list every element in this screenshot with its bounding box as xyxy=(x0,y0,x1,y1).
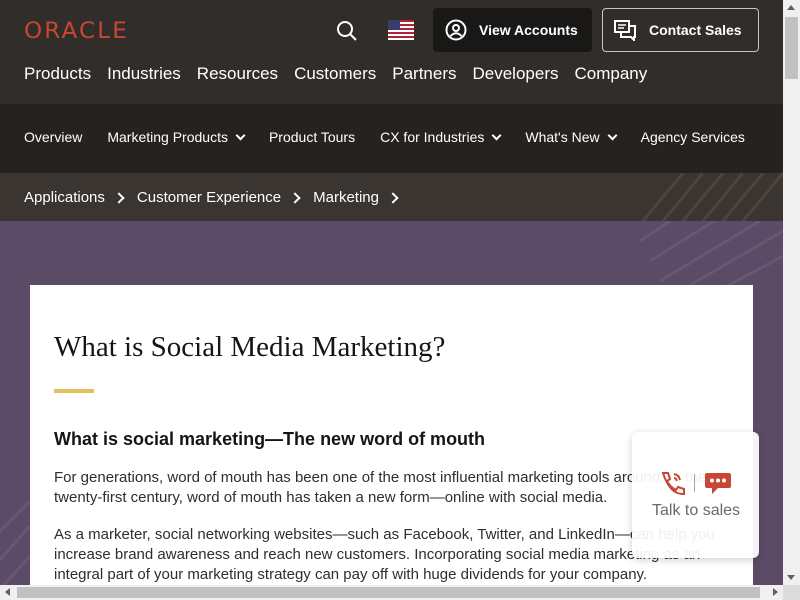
scrollbar-thumb[interactable] xyxy=(17,587,760,598)
breadcrumb: Applications Customer Experience Marketi… xyxy=(24,189,401,206)
nav-resources[interactable]: Resources xyxy=(197,64,278,84)
vertical-scrollbar[interactable] xyxy=(783,0,800,585)
breadcrumb-bar: Applications Customer Experience Marketi… xyxy=(0,173,783,221)
subnav-label: Product Tours xyxy=(268,129,356,145)
search-icon[interactable] xyxy=(334,18,360,44)
scrollbar-thumb[interactable] xyxy=(785,17,798,79)
talk-to-sales-label: Talk to sales xyxy=(652,502,741,519)
contact-sales-label: Contact Sales xyxy=(649,22,742,38)
decorative-stripes xyxy=(641,173,783,221)
view-accounts-label: View Accounts xyxy=(479,22,578,38)
chevron-right-icon xyxy=(289,191,301,204)
phone-icon xyxy=(661,472,685,496)
us-flag-icon[interactable] xyxy=(388,20,414,40)
contact-sales-button[interactable]: Contact Sales xyxy=(602,8,759,52)
subnav-overview[interactable]: Overview xyxy=(24,129,82,145)
talk-to-sales-widget[interactable]: Talk to sales xyxy=(632,432,759,558)
subnav-label: Overview xyxy=(24,129,83,145)
subnav-label: Agency Services xyxy=(640,129,745,145)
scroll-right-arrow[interactable] xyxy=(773,588,778,596)
subnav-product-tours[interactable]: Product Tours xyxy=(269,129,355,145)
section-heading: What is social marketing—The new word of… xyxy=(54,429,486,449)
account-icon xyxy=(445,19,467,41)
chevron-right-icon xyxy=(387,191,399,204)
breadcrumb-applications[interactable]: Applications xyxy=(24,189,105,206)
chevron-down-icon xyxy=(491,130,502,140)
marketing-subnav: Overview Marketing Products Product Tour… xyxy=(0,104,783,173)
subnav-agency-services[interactable]: Agency Services xyxy=(641,129,745,145)
chat-bubble-icon xyxy=(705,473,731,494)
scroll-down-arrow[interactable] xyxy=(787,575,795,580)
subnav-label: What's New xyxy=(525,129,600,145)
view-accounts-button[interactable]: View Accounts xyxy=(433,8,592,52)
paragraph: As a marketer, social networking website… xyxy=(54,526,715,583)
horizontal-scrollbar[interactable] xyxy=(0,585,783,600)
nav-partners[interactable]: Partners xyxy=(392,64,456,84)
subnav-label: CX for Industries xyxy=(380,129,485,145)
breadcrumb-marketing[interactable]: Marketing xyxy=(313,189,379,206)
chevron-down-icon xyxy=(235,130,246,140)
chevron-right-icon xyxy=(113,191,125,204)
nav-company[interactable]: Company xyxy=(575,64,648,84)
icon-divider xyxy=(694,474,695,492)
subnav-whats-new[interactable]: What's New xyxy=(525,129,618,145)
nav-industries[interactable]: Industries xyxy=(107,64,181,84)
page-title: What is Social Media Marketing? xyxy=(54,331,446,363)
scrollbar-corner xyxy=(783,585,800,600)
chevron-down-icon xyxy=(607,130,618,140)
nav-customers[interactable]: Customers xyxy=(294,64,376,84)
breadcrumb-customer-experience[interactable]: Customer Experience xyxy=(137,189,281,206)
global-header: ORACLE View Accounts Contact Sales Produ… xyxy=(0,0,783,104)
oracle-logo[interactable]: ORACLE xyxy=(24,19,129,44)
paragraph: For generations, word of mouth has been … xyxy=(54,469,707,506)
subnav-cx-for-industries[interactable]: CX for Industries xyxy=(380,129,502,145)
main-nav: Products Industries Resources Customers … xyxy=(24,64,647,84)
nav-developers[interactable]: Developers xyxy=(473,64,559,84)
scroll-left-arrow[interactable] xyxy=(5,588,10,596)
scroll-up-arrow[interactable] xyxy=(787,5,795,10)
subnav-marketing-products[interactable]: Marketing Products xyxy=(107,129,246,145)
title-underline xyxy=(54,389,94,393)
chat-icon xyxy=(614,20,636,41)
nav-products[interactable]: Products xyxy=(24,64,91,84)
subnav-label: Marketing Products xyxy=(107,129,228,145)
